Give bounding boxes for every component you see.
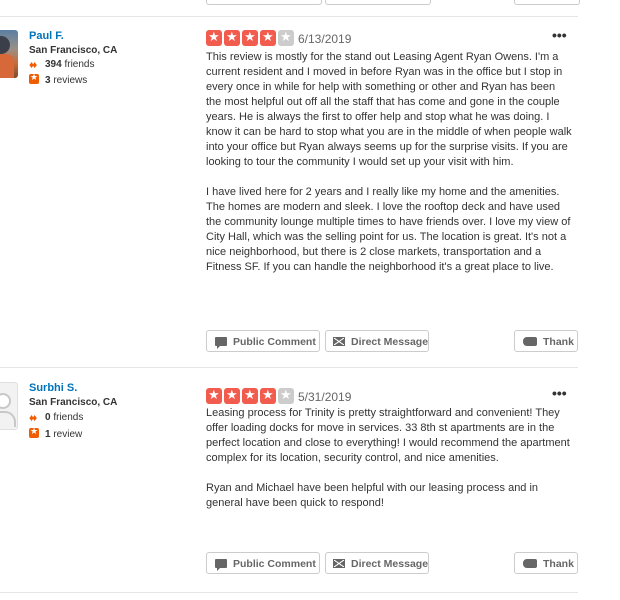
review-text: Leasing process for Trinity is pretty st… <box>206 406 572 526</box>
divider <box>0 592 578 593</box>
reviewer-location: San Francisco, CA <box>29 45 118 56</box>
friends-count: ♦♦ 394 friends <box>29 59 95 71</box>
more-options-button[interactable]: ••• <box>552 385 567 401</box>
direct-message-label: Direct Message <box>351 336 429 348</box>
thank-icon <box>523 558 537 568</box>
direct-message-button[interactable]: Direct Message <box>325 330 429 352</box>
review-star-icon <box>29 72 39 84</box>
friends-label: friends <box>64 59 95 70</box>
more-options-button[interactable]: ••• <box>552 27 567 43</box>
star-icon <box>224 29 240 46</box>
direct-message-label: Direct Message <box>351 558 429 570</box>
divider <box>0 367 578 368</box>
default-avatar[interactable] <box>0 382 18 430</box>
review-text: This review is mostly for the stand out … <box>206 50 572 290</box>
reviewer-location: San Francisco, CA <box>29 397 118 408</box>
star-rating <box>206 387 296 404</box>
mail-icon <box>333 336 345 346</box>
review-paragraph: This review is mostly for the stand out … <box>206 51 572 168</box>
review-star-icon <box>29 426 39 438</box>
reviewer-name[interactable]: Paul F. <box>29 30 64 42</box>
star-empty-icon <box>278 387 294 404</box>
previous-direct-message-button[interactable] <box>325 0 431 5</box>
reviewer-name[interactable]: Surbhi S. <box>29 382 77 394</box>
reviews-count: 1 review <box>29 426 83 440</box>
friends-icon: ♦♦ <box>29 413 37 424</box>
star-icon <box>224 387 240 404</box>
comment-icon <box>215 336 227 349</box>
review-paragraph: Leasing process for Trinity is pretty st… <box>206 407 570 464</box>
public-comment-button[interactable]: Public Comment <box>206 330 320 352</box>
friends-label: friends <box>53 412 84 423</box>
public-comment-label: Public Comment <box>233 558 316 570</box>
review-paragraph: I have lived here for 2 years and I real… <box>206 186 571 273</box>
reviews-label: reviews <box>53 75 88 86</box>
mail-icon <box>333 558 345 568</box>
star-icon <box>206 387 222 404</box>
reviews-number: 3 <box>45 75 51 86</box>
star-empty-icon <box>278 29 294 46</box>
friends-number: 0 <box>45 412 51 423</box>
star-icon <box>206 29 222 46</box>
thank-button[interactable]: Thank <box>514 330 578 352</box>
friends-count: ♦♦ 0 friends <box>29 412 84 424</box>
friends-number: 394 <box>45 59 62 70</box>
previous-public-comment-button[interactable] <box>206 0 322 5</box>
star-icon <box>260 29 276 46</box>
star-icon <box>242 29 258 46</box>
public-comment-label: Public Comment <box>233 336 316 348</box>
reviews-number: 1 <box>45 429 51 440</box>
review-date: 6/13/2019 <box>298 32 352 46</box>
thank-icon <box>523 336 537 346</box>
review-paragraph: Ryan and Michael have been helpful with … <box>206 482 539 509</box>
star-icon <box>242 387 258 404</box>
review-date: 5/31/2019 <box>298 390 352 404</box>
reviews-count: 3 reviews <box>29 72 88 86</box>
thank-label: Thank <box>543 558 574 570</box>
comment-icon <box>215 558 227 571</box>
star-icon <box>260 387 276 404</box>
public-comment-button[interactable]: Public Comment <box>206 552 320 574</box>
thank-button[interactable]: Thank <box>514 552 578 574</box>
direct-message-button[interactable]: Direct Message <box>325 552 429 574</box>
avatar[interactable] <box>0 30 18 78</box>
thank-label: Thank <box>543 336 574 348</box>
reviews-label: review <box>53 429 83 440</box>
previous-thank-button[interactable] <box>514 0 580 5</box>
friends-icon: ♦♦ <box>29 60 37 71</box>
star-rating <box>206 29 296 46</box>
divider <box>0 16 578 17</box>
